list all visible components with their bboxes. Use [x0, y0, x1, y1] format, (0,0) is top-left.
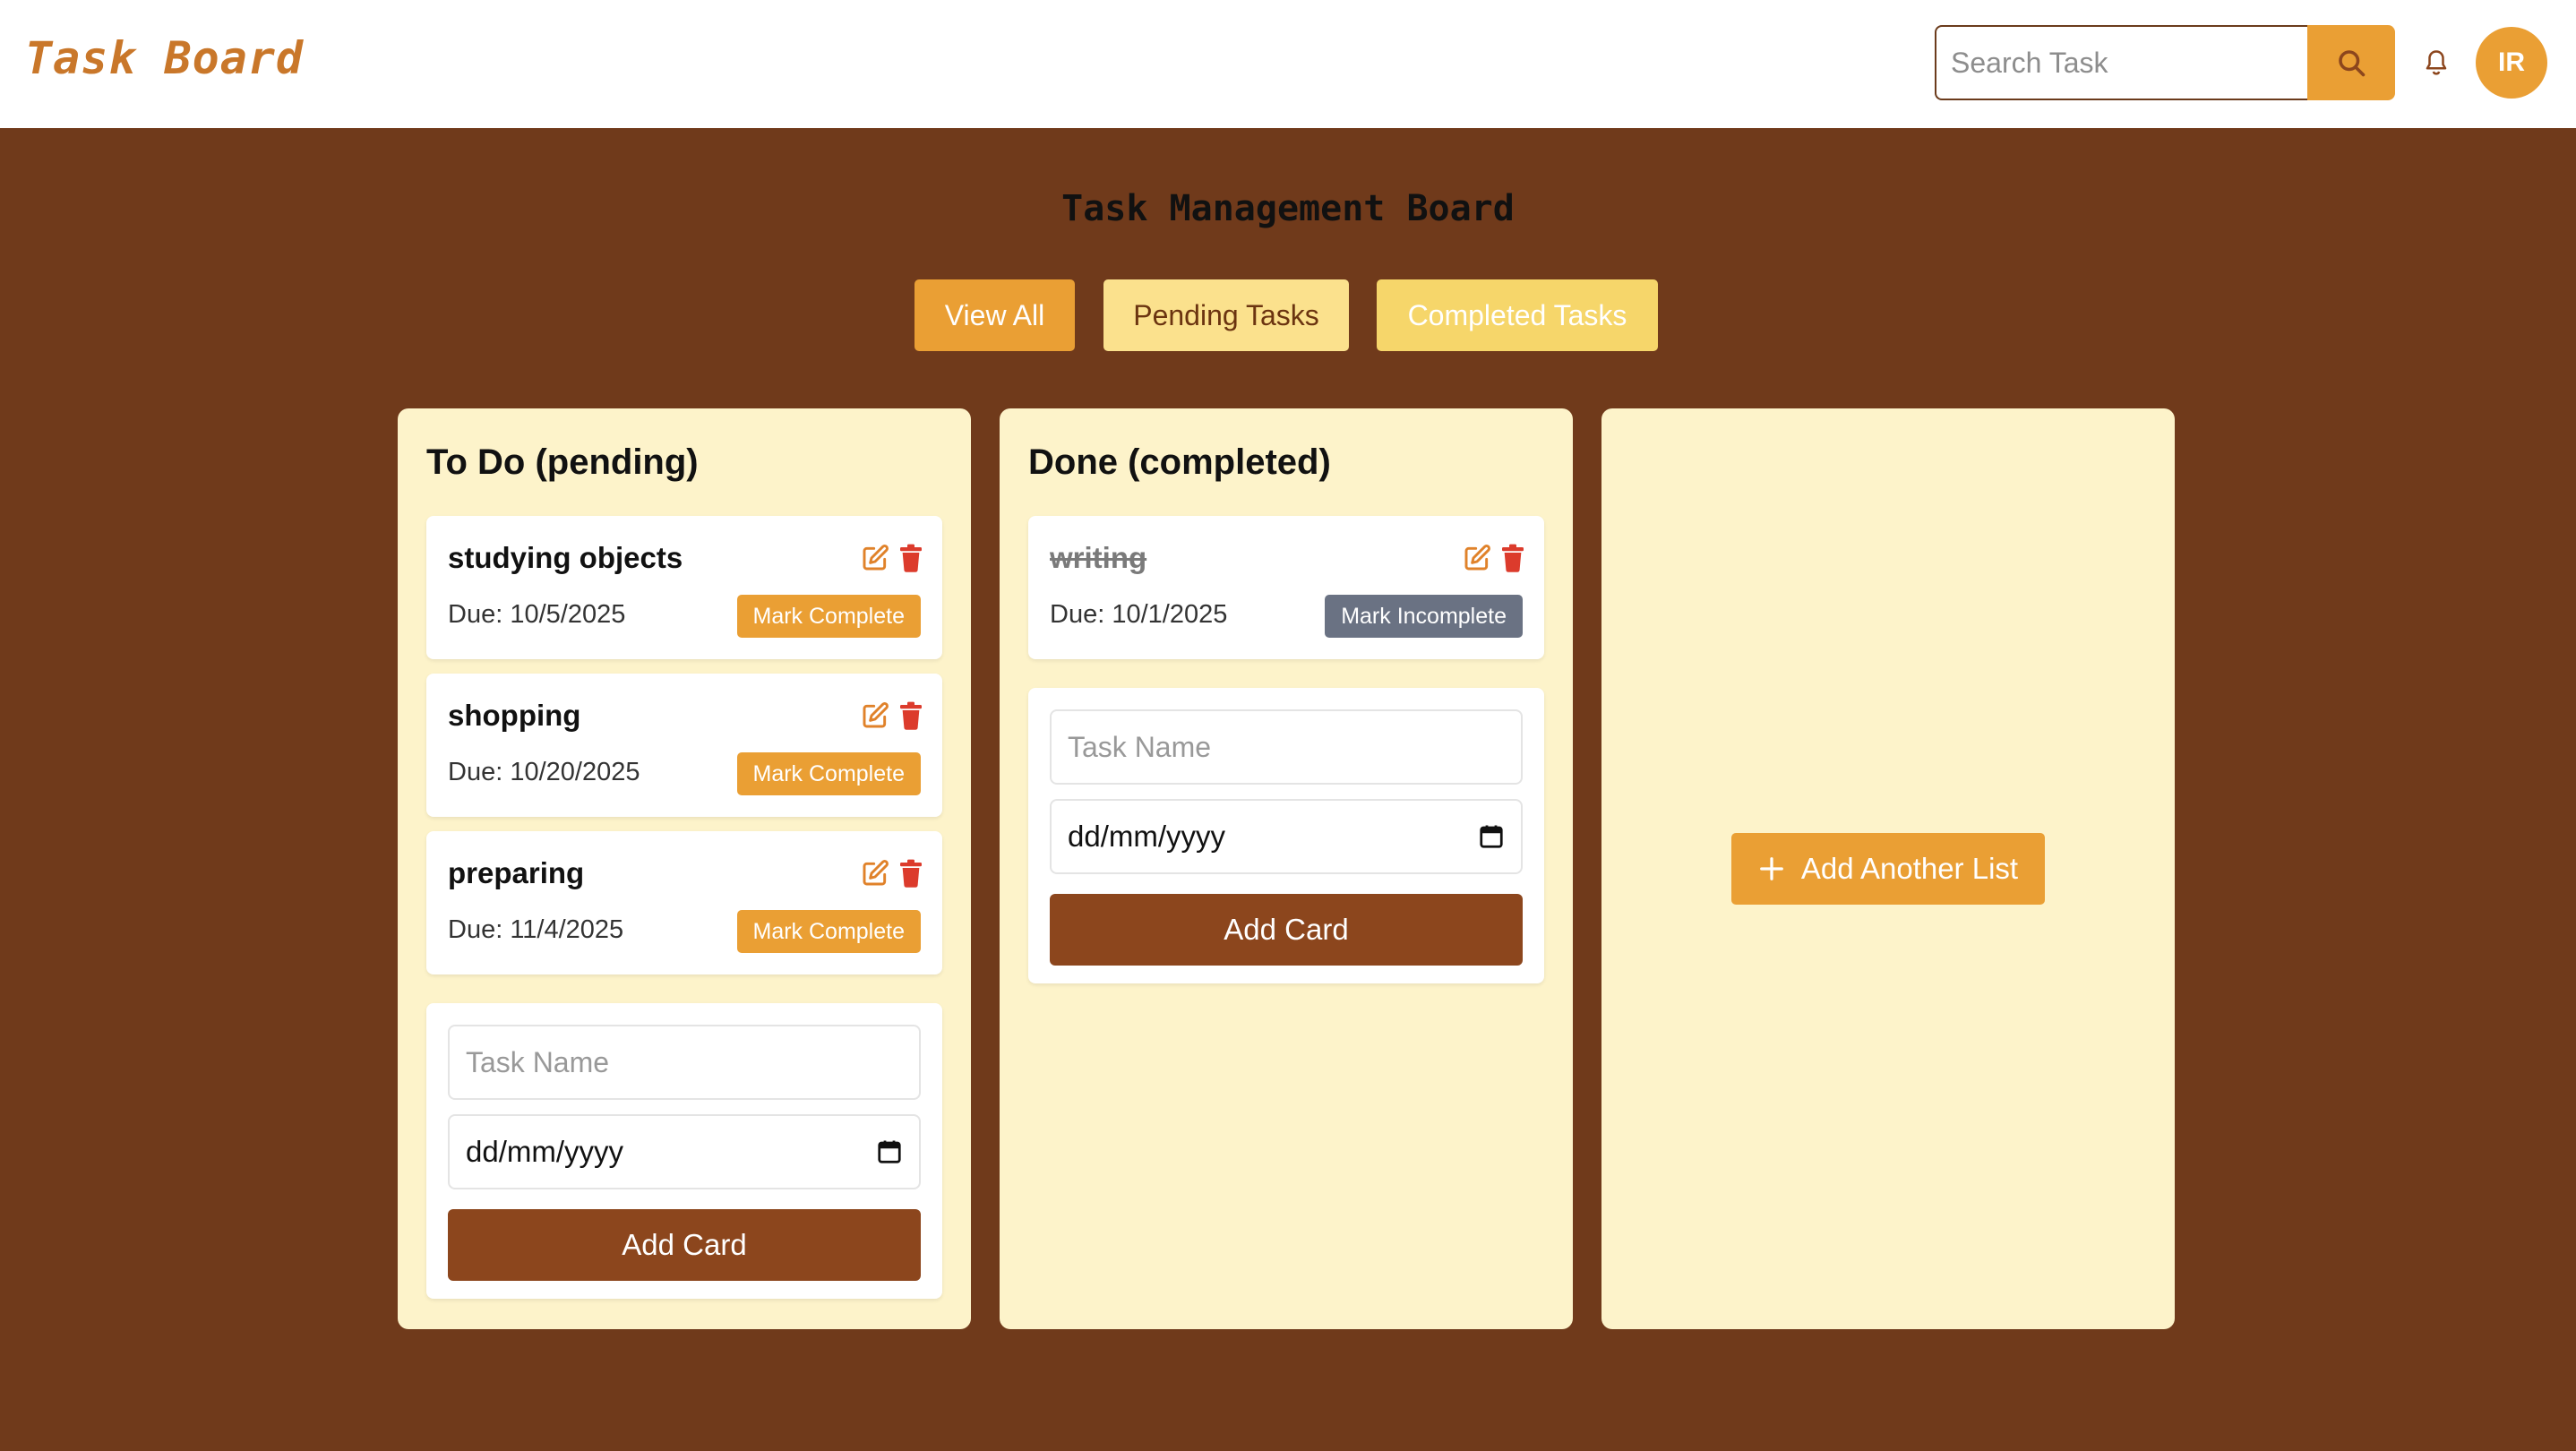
task-name-input[interactable] — [448, 1025, 921, 1100]
add-card-form: dd/mm/yyyy Add Card — [1028, 688, 1544, 983]
pending-tasks-button[interactable]: Pending Tasks — [1103, 279, 1349, 351]
delete-icon[interactable] — [896, 700, 926, 731]
add-list-label: Add Another List — [1800, 852, 2019, 885]
delete-icon[interactable] — [896, 543, 926, 573]
edit-icon[interactable] — [860, 858, 890, 889]
task-card: writing Due: 10/1/2025 Mark Incomplete — [1028, 516, 1544, 659]
task-name: preparing — [448, 856, 585, 889]
add-list-column: Add Another List — [1601, 408, 2175, 1329]
list-todo: To Do (pending) studying objects Due: 10… — [398, 408, 971, 1329]
calendar-icon[interactable] — [1478, 823, 1505, 850]
due-date: Due: 10/5/2025 — [448, 600, 626, 629]
list-done: Done (completed) writing Due: 10/1/2025 … — [1000, 408, 1573, 1329]
task-card: preparing Due: 11/4/2025 Mark Complete — [426, 831, 942, 974]
mark-complete-button[interactable]: Mark Complete — [736, 595, 921, 638]
due-date-input[interactable]: dd/mm/yyyy — [448, 1114, 921, 1189]
add-card-button[interactable]: Add Card — [1050, 894, 1523, 966]
plus-icon — [1760, 857, 1783, 880]
user-avatar[interactable]: IR — [2476, 27, 2547, 99]
search-input[interactable] — [1935, 25, 2307, 100]
search-icon — [2339, 50, 2366, 77]
list-title: Done (completed) — [1028, 442, 1331, 482]
list-title: To Do (pending) — [426, 442, 699, 482]
task-name: writing — [1050, 541, 1147, 574]
due-date-input[interactable]: dd/mm/yyyy — [1050, 799, 1523, 874]
view-all-button[interactable]: View All — [914, 279, 1075, 351]
top-header: Task Board IR — [0, 0, 2576, 128]
delete-icon[interactable] — [1498, 543, 1528, 573]
add-card-form: dd/mm/yyyy Add Card — [426, 1003, 942, 1299]
task-card: studying objects Due: 10/5/2025 Mark Com… — [426, 516, 942, 659]
task-card: shopping Due: 10/20/2025 Mark Complete — [426, 674, 942, 817]
task-name: shopping — [448, 699, 581, 732]
date-placeholder: dd/mm/yyyy — [1068, 820, 1226, 853]
due-date: Due: 10/1/2025 — [1050, 600, 1228, 629]
task-name: studying objects — [448, 541, 683, 574]
edit-icon[interactable] — [860, 543, 890, 573]
date-placeholder: dd/mm/yyyy — [466, 1135, 624, 1168]
mark-complete-button[interactable]: Mark Complete — [736, 752, 921, 795]
add-card-button[interactable]: Add Card — [448, 1209, 921, 1281]
due-date: Due: 10/20/2025 — [448, 758, 640, 786]
search-button[interactable] — [2307, 25, 2395, 100]
delete-icon[interactable] — [896, 858, 926, 889]
app-logo[interactable]: Task Board — [25, 32, 304, 84]
calendar-icon[interactable] — [876, 1138, 903, 1165]
task-name-input[interactable] — [1050, 709, 1523, 785]
edit-icon[interactable] — [860, 700, 890, 731]
due-date: Due: 11/4/2025 — [448, 915, 624, 944]
edit-icon[interactable] — [1462, 543, 1492, 573]
board-title: Task Management Board — [1061, 188, 1515, 229]
mark-complete-button[interactable]: Mark Complete — [736, 910, 921, 953]
add-another-list-button[interactable]: Add Another List — [1731, 833, 2045, 905]
completed-tasks-button[interactable]: Completed Tasks — [1377, 279, 1658, 351]
bell-icon — [2426, 50, 2447, 75]
mark-incomplete-button[interactable]: Mark Incomplete — [1325, 595, 1523, 638]
notification-button[interactable] — [2417, 41, 2456, 84]
